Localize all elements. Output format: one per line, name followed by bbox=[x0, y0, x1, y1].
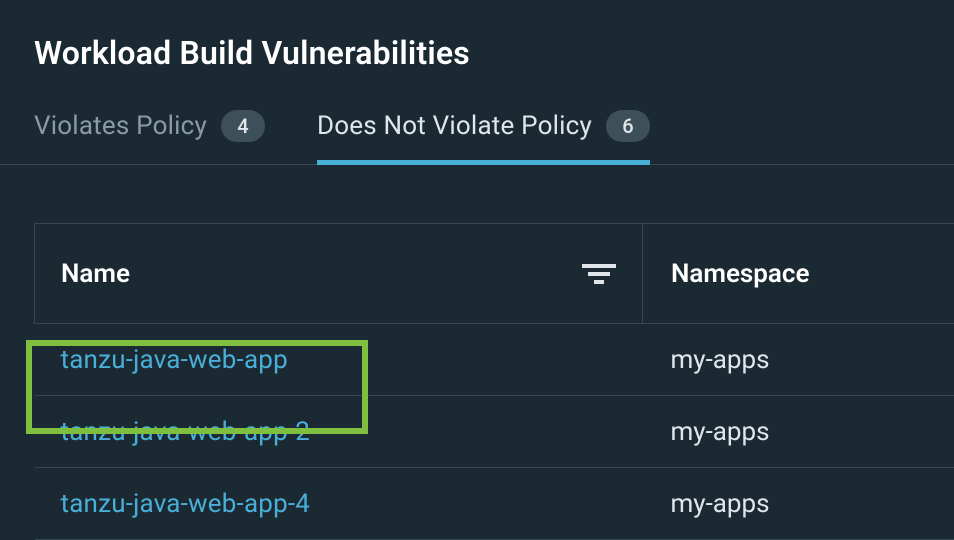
column-header-name[interactable]: Name bbox=[35, 224, 643, 324]
workloads-table: Name Namespace tanzu-java-web-app my-app… bbox=[34, 223, 954, 540]
workload-link[interactable]: tanzu-java-web-app bbox=[61, 345, 288, 375]
filter-icon[interactable] bbox=[582, 261, 616, 287]
tab-does-not-violate-policy[interactable]: Does Not Violate Policy 6 bbox=[317, 110, 650, 165]
tab-violates-policy[interactable]: Violates Policy 4 bbox=[34, 110, 265, 165]
tab-label: Violates Policy bbox=[34, 111, 207, 141]
page-title: Workload Build Vulnerabilities bbox=[0, 0, 954, 72]
count-badge: 6 bbox=[606, 110, 650, 142]
table-row: tanzu-java-web-app-4 my-apps bbox=[35, 468, 954, 540]
column-header-namespace[interactable]: Namespace bbox=[643, 224, 954, 324]
table-row: tanzu-java-web-app-2 my-apps bbox=[35, 396, 954, 468]
table-row: tanzu-java-web-app my-apps bbox=[35, 324, 954, 396]
namespace-cell: my-apps bbox=[643, 468, 954, 540]
namespace-cell: my-apps bbox=[643, 396, 954, 468]
namespace-cell: my-apps bbox=[643, 324, 954, 396]
column-header-label: Namespace bbox=[671, 259, 809, 289]
count-badge: 4 bbox=[221, 110, 265, 142]
tab-label: Does Not Violate Policy bbox=[317, 111, 592, 141]
column-header-label: Name bbox=[61, 259, 130, 289]
workload-link[interactable]: tanzu-java-web-app-2 bbox=[61, 417, 311, 447]
tabs: Violates Policy 4 Does Not Violate Polic… bbox=[0, 72, 954, 165]
workload-link[interactable]: tanzu-java-web-app-4 bbox=[61, 489, 311, 519]
